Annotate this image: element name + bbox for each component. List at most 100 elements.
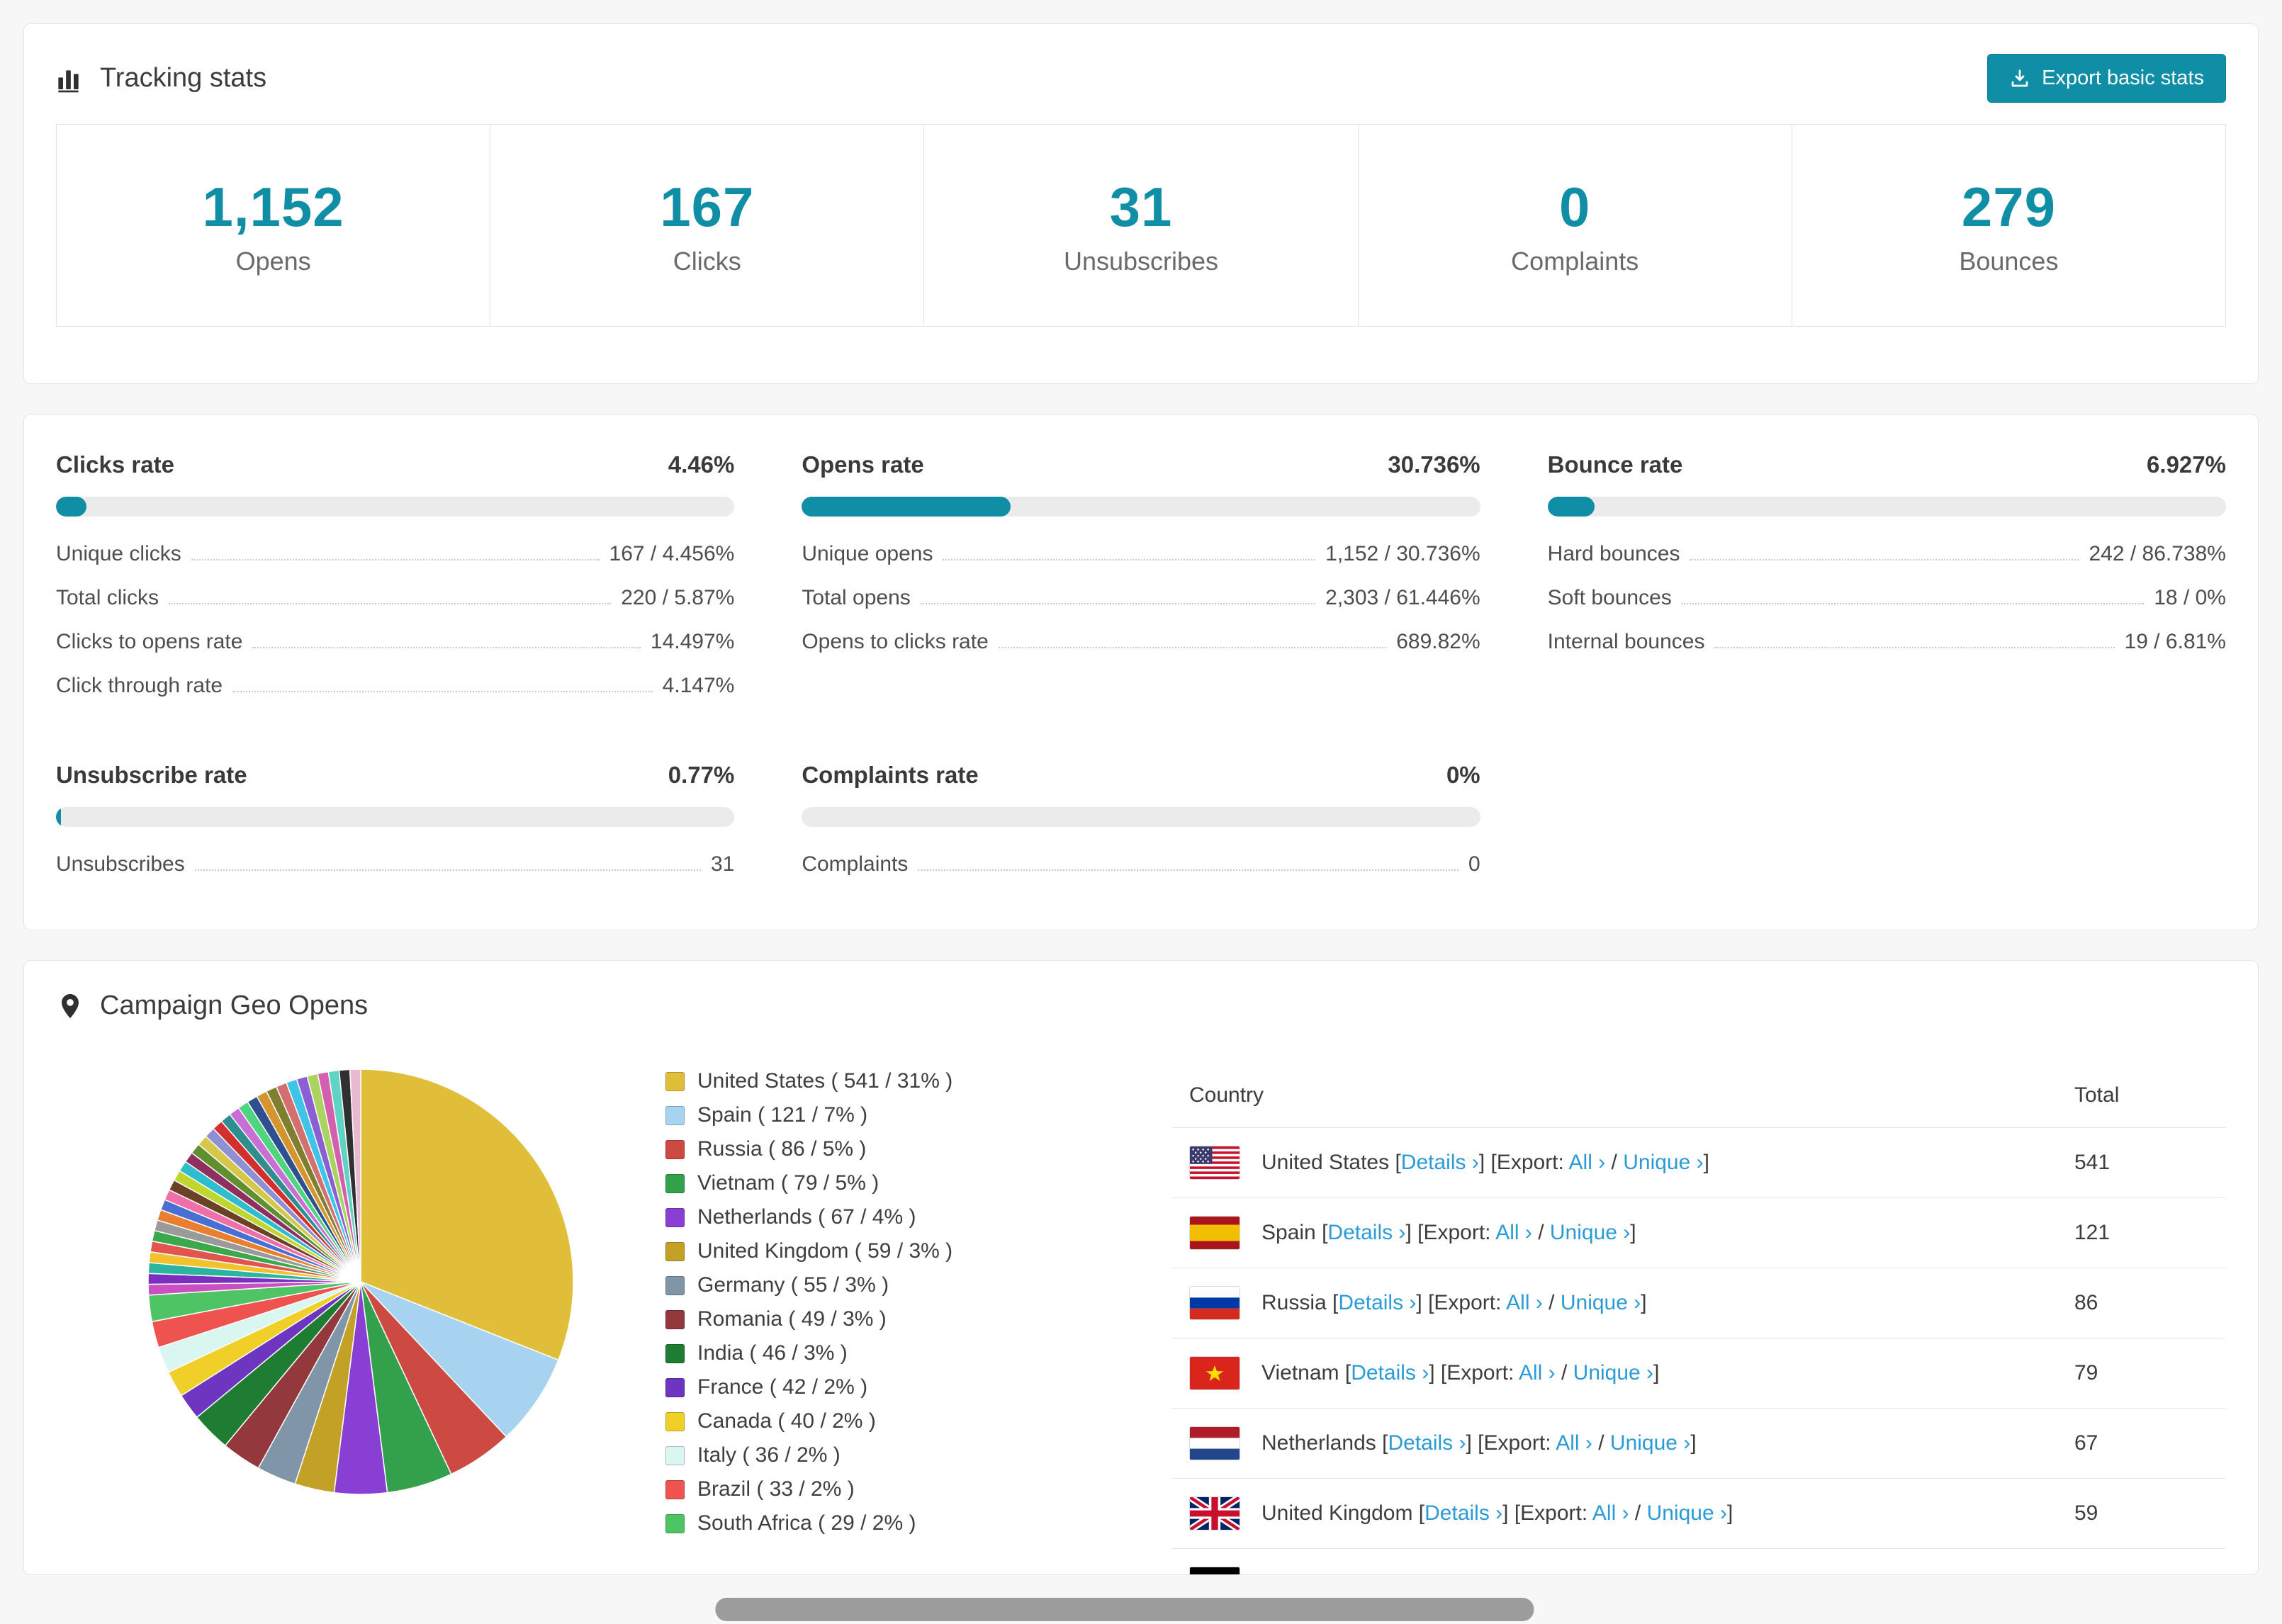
- stat-line-value: 4.147%: [662, 674, 735, 697]
- horizontal-scrollbar-thumb[interactable]: [715, 1598, 1534, 1621]
- stat-line-value: 18 / 0%: [2154, 586, 2226, 609]
- legend-swatch: [665, 1377, 685, 1397]
- geo-table: Country Total United States [Details ›] …: [1172, 1049, 2226, 1574]
- export-unique-link[interactable]: Unique ›: [1647, 1501, 1727, 1525]
- table-row-russia: Russia [Details ›] [Export: All › / Uniq…: [1172, 1268, 2226, 1338]
- legend-swatch: [665, 1411, 685, 1431]
- export-all-link[interactable]: All ›: [1519, 1361, 1556, 1385]
- legend-swatch: [665, 1241, 685, 1261]
- export-unique-link[interactable]: Unique ›: [1623, 1151, 1703, 1174]
- row-text: [: [1395, 1151, 1401, 1174]
- stat-line-label: Complaints: [802, 852, 909, 876]
- rate-title: Opens rate: [802, 451, 924, 478]
- geo-table-body: United States [Details ›] [Export: All ›…: [1172, 1128, 2226, 1574]
- stat-line-clicks-to-opens-rate: Clicks to opens rate 14.497%: [56, 630, 734, 654]
- export-all-link[interactable]: All ›: [1556, 1431, 1592, 1455]
- stat-line-value: 167 / 4.456%: [609, 542, 735, 565]
- legend-label: Netherlands ( 67 / 4% ): [697, 1205, 916, 1229]
- export-basic-stats-button[interactable]: Export basic stats: [1987, 54, 2226, 103]
- stat-line-value: 14.497%: [650, 630, 735, 653]
- legend-item-canada: Canada ( 40 / 2% ): [665, 1409, 1172, 1433]
- legend-swatch: [665, 1139, 685, 1159]
- progress-bar-fill: [56, 497, 86, 517]
- details-link[interactable]: Details ›: [1351, 1361, 1429, 1385]
- rate-title: Clicks rate: [56, 451, 174, 478]
- country-cell-text: Vietnam [Details ›] [Export: All › / Uni…: [1261, 1361, 1659, 1385]
- de-flag-icon: [1189, 1567, 1240, 1574]
- rate-title: Bounce rate: [1547, 451, 1683, 478]
- legend-item-vietnam: Vietnam ( 79 / 5% ): [665, 1171, 1172, 1195]
- legend-label: United States ( 541 / 31% ): [697, 1069, 953, 1093]
- export-unique-link[interactable]: Unique ›: [1561, 1291, 1641, 1314]
- geo-opens-title-text: Campaign Geo Opens: [100, 991, 369, 1020]
- tracking-stats-page: Tracking stats Export basic stats 1,152 O…: [0, 0, 2282, 1621]
- row-text: ]: [1690, 1431, 1697, 1455]
- legend-swatch: [665, 1343, 685, 1363]
- nl-flag-icon: [1189, 1426, 1240, 1460]
- legend-label: Germany ( 55 / 3% ): [697, 1273, 889, 1297]
- export-unique-link[interactable]: Unique ›: [1550, 1221, 1630, 1244]
- stat-line-unique-opens: Unique opens 1,152 / 30.736%: [802, 542, 1480, 566]
- legend-swatch: [665, 1275, 685, 1295]
- country-name: Spain: [1261, 1221, 1322, 1244]
- country-cell-text: United Kingdom [Details ›] [Export: All …: [1261, 1501, 1733, 1526]
- stat-line-value: 31: [710, 852, 735, 876]
- country-total: 86: [2074, 1291, 2098, 1314]
- dotted-leader: [194, 869, 701, 871]
- details-link[interactable]: Details ›: [1327, 1221, 1405, 1244]
- ru-flag-icon: [1189, 1286, 1240, 1320]
- stat-line-unsubscribes: Unsubscribes 31: [56, 852, 734, 876]
- details-link[interactable]: Details ›: [1338, 1291, 1416, 1314]
- legend-item-spain: Spain ( 121 / 7% ): [665, 1103, 1172, 1127]
- table-row-germany: Germany [Details ›] [Export: All › / Uni…: [1172, 1549, 2226, 1574]
- details-link[interactable]: Details ›: [1361, 1572, 1439, 1574]
- country-cell-text: United States [Details ›] [Export: All ›…: [1261, 1151, 1709, 1175]
- legend-label: Canada ( 40 / 2% ): [697, 1409, 876, 1433]
- rate-block-unsubscribe-rate: Unsubscribe rate 0.77% Unsubscribes 31: [56, 762, 735, 876]
- progress-bar-fill: [1547, 497, 1595, 517]
- export-all-link[interactable]: All ›: [1569, 1151, 1606, 1174]
- table-row-united-states: United States [Details ›] [Export: All ›…: [1172, 1128, 2226, 1198]
- export-unique-link[interactable]: Unique ›: [1610, 1431, 1690, 1455]
- stat-box-opens: 1,152 Opens: [56, 124, 491, 327]
- stat-line-soft-bounces: Soft bounces 18 / 0%: [1548, 586, 2226, 610]
- row-text: ]: [1663, 1572, 1669, 1574]
- legend-swatch: [665, 1207, 685, 1227]
- export-unique-link[interactable]: Unique ›: [1573, 1361, 1653, 1385]
- details-link[interactable]: Details ›: [1424, 1501, 1502, 1525]
- stat-line-total-opens: Total opens 2,303 / 61.446%: [802, 586, 1480, 610]
- total-column-header: Total: [2074, 1083, 2120, 1107]
- country-total: 541: [2074, 1151, 2110, 1174]
- export-all-link[interactable]: All ›: [1592, 1501, 1629, 1525]
- map-pin-icon: [56, 992, 84, 1020]
- legend-swatch: [665, 1309, 685, 1329]
- legend-item-india: India ( 46 / 3% ): [665, 1341, 1172, 1365]
- legend-item-brazil: Brazil ( 33 / 2% ): [665, 1477, 1172, 1501]
- row-text: ] [Export:: [1429, 1361, 1519, 1385]
- rate-block-bounce-rate: Bounce rate 6.927% Hard bounces 242 / 86.73…: [1547, 451, 2226, 698]
- row-text: ] [Export:: [1502, 1501, 1592, 1525]
- table-row-vietnam: Vietnam [Details ›] [Export: All › / Uni…: [1172, 1338, 2226, 1409]
- es-flag-icon: [1189, 1216, 1240, 1250]
- table-row-united-kingdom: United Kingdom [Details ›] [Export: All …: [1172, 1479, 2226, 1549]
- export-all-link[interactable]: All ›: [1506, 1291, 1543, 1314]
- export-all-link[interactable]: All ›: [1495, 1221, 1532, 1244]
- dotted-leader: [1690, 559, 2079, 560]
- stat-label: Bounces: [1959, 246, 2059, 276]
- stat-line-total-clicks: Total clicks 220 / 5.87%: [56, 586, 734, 610]
- stat-box-complaints: 0 Complaints: [1357, 124, 1792, 327]
- row-text: /: [1629, 1501, 1647, 1525]
- legend-swatch: [665, 1513, 685, 1533]
- stat-value: 1,152: [202, 175, 344, 238]
- row-text: /: [1531, 1221, 1550, 1244]
- export-unique-link[interactable]: Unique ›: [1583, 1572, 1663, 1574]
- details-link[interactable]: Details ›: [1401, 1151, 1479, 1174]
- legend-label: Russia ( 86 / 5% ): [697, 1137, 867, 1161]
- export-all-link[interactable]: All ›: [1529, 1572, 1566, 1574]
- details-link[interactable]: Details ›: [1388, 1431, 1466, 1455]
- legend-label: Italy ( 36 / 2% ): [697, 1443, 841, 1467]
- legend-item-netherlands: Netherlands ( 67 / 4% ): [665, 1205, 1172, 1229]
- dotted-leader: [252, 647, 641, 648]
- row-text: ] [Export:: [1478, 1151, 1569, 1174]
- stat-line-value: 0: [1468, 852, 1480, 876]
